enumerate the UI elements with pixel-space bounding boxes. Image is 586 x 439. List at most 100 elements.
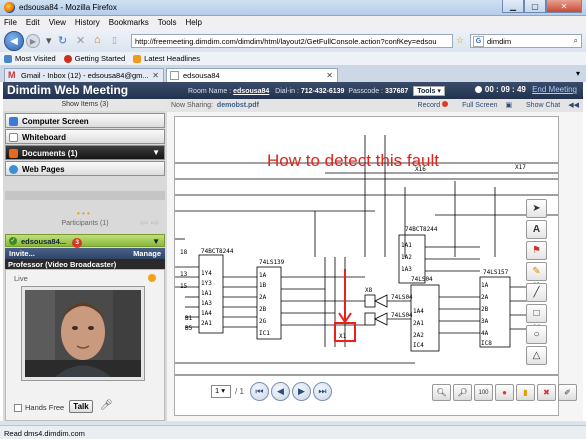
show-items[interactable]: Show Items (3) — [3, 99, 167, 111]
invite-bar: Invite... Manage — [5, 248, 165, 259]
svg-text:2A1: 2A1 — [413, 320, 424, 327]
room-info: Room Name : edsousa84 Dial-in : 712-432-… — [188, 86, 445, 96]
tools-menu-button[interactable]: Tools ▾ — [413, 86, 445, 96]
home-icon[interactable]: ⌂ — [94, 34, 101, 46]
hands-free-checkbox[interactable] — [14, 403, 22, 412]
back-button[interactable]: ◀ — [4, 31, 24, 51]
tab-close-icon[interactable]: ✕ — [326, 71, 333, 80]
text-tool-icon[interactable]: A — [526, 220, 547, 239]
menu-help[interactable]: Help — [185, 18, 201, 27]
full-screen-button[interactable]: Full Screen ▣ — [456, 102, 512, 109]
now-sharing-file: demobst.pdf — [216, 102, 259, 109]
manage-button[interactable]: Manage — [133, 249, 161, 258]
pencil-tool-icon[interactable]: ✎ — [526, 262, 547, 281]
tab-label: edsousa84 — [183, 71, 220, 80]
video-panel: Live Hands Free Talk 🎤︎ — [5, 269, 165, 421]
svg-text:B5: B5 — [185, 325, 193, 332]
stamp-tool-icon[interactable]: ⚑ — [526, 241, 547, 260]
rectangle-tool-icon[interactable]: □ — [526, 304, 547, 323]
bookmark-star-icon[interactable]: ☆ — [456, 35, 464, 46]
svg-text:15: 15 — [180, 283, 188, 290]
svg-text:X8: X8 — [365, 287, 373, 294]
hands-free-toggle[interactable]: Hands Free — [14, 403, 64, 412]
end-meeting-link[interactable]: End Meeting — [532, 85, 577, 94]
menu-edit[interactable]: Edit — [26, 18, 40, 27]
dropdown-history-icon[interactable]: ▾ — [46, 34, 52, 47]
show-chat-icon: ◀◀ — [568, 102, 579, 109]
menu-file[interactable]: File — [4, 18, 17, 27]
stop-icon[interactable]: ✕ — [76, 34, 85, 47]
tab-edsousa84[interactable]: edsousa84 ✕ — [166, 68, 338, 82]
pod-web-pages[interactable]: Web Pages — [5, 161, 165, 176]
bookmark-most-visited[interactable]: Most Visited — [4, 54, 56, 63]
record-button[interactable]: Record — [412, 101, 449, 109]
reload-icon[interactable]: ↻ — [58, 34, 67, 47]
close-window-button[interactable]: ✕ — [546, 0, 582, 13]
fit-page-icon[interactable]: 100 — [474, 384, 493, 401]
participant-row[interactable]: ✓ edsousa84... 3 ▼ — [5, 234, 165, 248]
previous-page-button[interactable]: ◀ — [270, 381, 290, 401]
pod-computer-screen[interactable]: Computer Screen — [5, 113, 165, 128]
record-circle-icon[interactable]: ● — [495, 384, 514, 401]
talk-button[interactable]: Talk — [69, 400, 93, 413]
fault-annotation: How to detect this fault — [267, 151, 439, 170]
svg-text:1A: 1A — [481, 282, 489, 289]
zoom-in-icon[interactable]: 🔎︎ — [453, 384, 472, 401]
minimize-button[interactable]: ▁ — [502, 0, 524, 13]
bookmark-label: Latest Headlines — [144, 54, 201, 63]
svg-text:IC1: IC1 — [259, 330, 270, 337]
bookmark-getting-started[interactable]: Getting Started — [63, 54, 125, 63]
triangle-tool-icon[interactable]: △ — [526, 346, 547, 365]
forward-button[interactable]: ▶ — [26, 34, 40, 48]
participants-nav-icon[interactable]: ⇦ ⇨ — [139, 218, 159, 229]
check-icon: ✓ — [9, 237, 17, 245]
highlighter-icon[interactable]: ▮ — [516, 384, 535, 401]
svg-text:74LS157: 74LS157 — [483, 269, 509, 276]
svg-text:74LS04: 74LS04 — [411, 276, 433, 283]
menu-history[interactable]: History — [75, 18, 100, 27]
show-chat-button[interactable]: Show Chat ◀◀ — [520, 102, 579, 109]
page-value: 1 — [215, 385, 220, 395]
invite-button[interactable]: Invite... — [9, 249, 35, 258]
page-count: / 1 — [235, 386, 244, 396]
menu-view[interactable]: View — [49, 18, 66, 27]
chevron-down-icon[interactable]: ▼ — [152, 237, 160, 246]
status-bar: Read dms4.dimdim.com — [0, 425, 586, 439]
page-select[interactable]: 1 ▾ — [211, 384, 231, 398]
pen-icon[interactable]: ✐ — [558, 384, 577, 401]
microphone-icon[interactable]: 🎤︎ — [100, 400, 113, 411]
pointer-tool-icon[interactable]: ➤ — [526, 199, 547, 218]
participant-badge: 3 — [72, 238, 83, 248]
svg-text:1A1: 1A1 — [201, 290, 212, 297]
next-page-button[interactable]: ▶ — [291, 381, 311, 401]
zoom-out-icon[interactable]: 🔍︎ — [432, 384, 451, 401]
url-bar[interactable]: http://freemeeting.dimdim.com/dimdim/htm… — [131, 34, 453, 48]
first-page-button[interactable]: ⏮ — [249, 381, 269, 401]
line-tool-icon[interactable]: ╱ — [526, 283, 547, 302]
pod-label: Documents (1) — [22, 149, 78, 158]
menu-bookmarks[interactable]: Bookmarks — [109, 18, 149, 27]
view-toolbar: 🔍︎ 🔎︎ 100 ● ▮ ✖ ✐ — [432, 384, 579, 401]
show-chat-label: Show Chat — [526, 102, 561, 109]
google-icon: G — [473, 36, 484, 47]
menu-tools[interactable]: Tools — [158, 18, 177, 27]
maximize-button[interactable]: ▢ — [524, 0, 546, 13]
tab-list-icon[interactable]: ▾ — [576, 69, 580, 78]
svg-text:1A2: 1A2 — [401, 254, 412, 261]
participants-title: Participants (1) — [61, 220, 109, 227]
record-icon — [442, 101, 449, 107]
ellipse-tool-icon[interactable]: ○ — [526, 325, 547, 344]
back-arrow-icon: ◀ — [10, 35, 18, 47]
delete-icon[interactable]: ✖ — [537, 384, 556, 401]
documents-list-area — [5, 191, 165, 200]
passcode-label: Passcode : — [348, 88, 383, 95]
last-page-button[interactable]: ⏭ — [312, 381, 332, 401]
search-icon[interactable]: ⌕ — [574, 36, 578, 46]
bookmark-latest-headlines[interactable]: Latest Headlines — [133, 54, 200, 63]
tab-gmail[interactable]: M Gmail - Inbox (12) - edsousa84@gm... ✕ — [4, 68, 164, 82]
most-visited-icon — [4, 54, 12, 63]
search-field[interactable]: G dimdim ⌕ — [470, 34, 582, 48]
pod-whiteboard[interactable]: Whiteboard — [5, 129, 165, 144]
pod-documents[interactable]: Documents (1) ▼ — [5, 145, 165, 160]
tab-close-icon[interactable]: ✕ — [152, 71, 159, 80]
